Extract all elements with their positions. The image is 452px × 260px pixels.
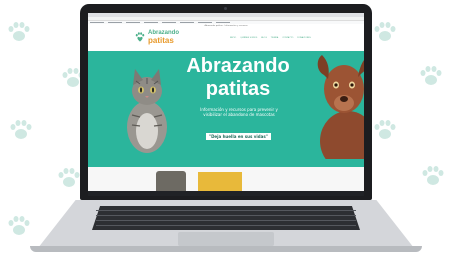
bookmark-item[interactable] [198, 22, 212, 23]
hero-title-line2: patitas [205, 78, 271, 100]
nav-item-blog[interactable]: BLOG [261, 37, 267, 39]
bookmark-item[interactable] [108, 22, 122, 23]
top-note: Abrazando patitas · Información y recurs… [204, 25, 248, 27]
paw-print-icon [420, 164, 446, 188]
paw-print-icon [56, 166, 82, 190]
bookmark-item[interactable] [90, 22, 104, 23]
nav-item-tienda[interactable]: TIENDA [271, 37, 278, 39]
nav-item-quienes-somos[interactable]: QUIÉNES SOMOS [240, 37, 257, 39]
paw-print-icon [372, 20, 398, 44]
paw-print-icon [418, 64, 444, 88]
webcam-icon [224, 7, 227, 10]
nav-item-inicio[interactable]: INICIO [230, 37, 236, 39]
paw-print-icon [6, 214, 32, 238]
bookmark-item[interactable] [180, 22, 194, 23]
hero-title: Abrazando patitas [178, 55, 298, 101]
keyboard-row [96, 215, 356, 216]
cat-photo [127, 69, 167, 153]
laptop-screen: Abrazando patitas · Información y recurs… [88, 13, 364, 196]
hero-banner: Abrazando patitas Información y recursos… [88, 51, 364, 167]
dog-photo [317, 55, 364, 159]
trackpad [178, 232, 274, 246]
keyboard-row [96, 225, 356, 226]
bookmark-item[interactable] [126, 22, 140, 23]
bookmark-item[interactable] [216, 22, 230, 23]
hero-subtitle: Información y recursos para prevenir y v… [200, 107, 278, 117]
hero-quote: "Deja huella en sus vidas" [206, 133, 271, 140]
hero-title-line1: Abrazando [186, 55, 290, 77]
logo-line2: patitas [148, 36, 174, 45]
site-logo[interactable]: Abrazando patitas [134, 30, 179, 45]
nav-item-donaciones[interactable]: DONACIONES [297, 37, 311, 39]
keyboard-row [96, 210, 356, 211]
main-nav: INICIO QUIÉNES SOMOS BLOG TIENDA CONTACT… [230, 37, 311, 39]
paw-print-icon [6, 20, 32, 44]
keyboard-row [96, 220, 356, 221]
nav-item-contacto[interactable]: CONTACTO [282, 37, 293, 39]
logo-paw-icon [135, 32, 145, 42]
bookmark-item[interactable] [144, 22, 158, 23]
os-taskbar[interactable] [88, 191, 364, 196]
bookmark-item[interactable] [162, 22, 176, 23]
laptop-front-edge [30, 246, 422, 252]
paw-print-icon [372, 118, 398, 142]
paw-print-icon [8, 118, 34, 142]
site-header: Abrazando patitas · Información y recurs… [88, 24, 364, 53]
